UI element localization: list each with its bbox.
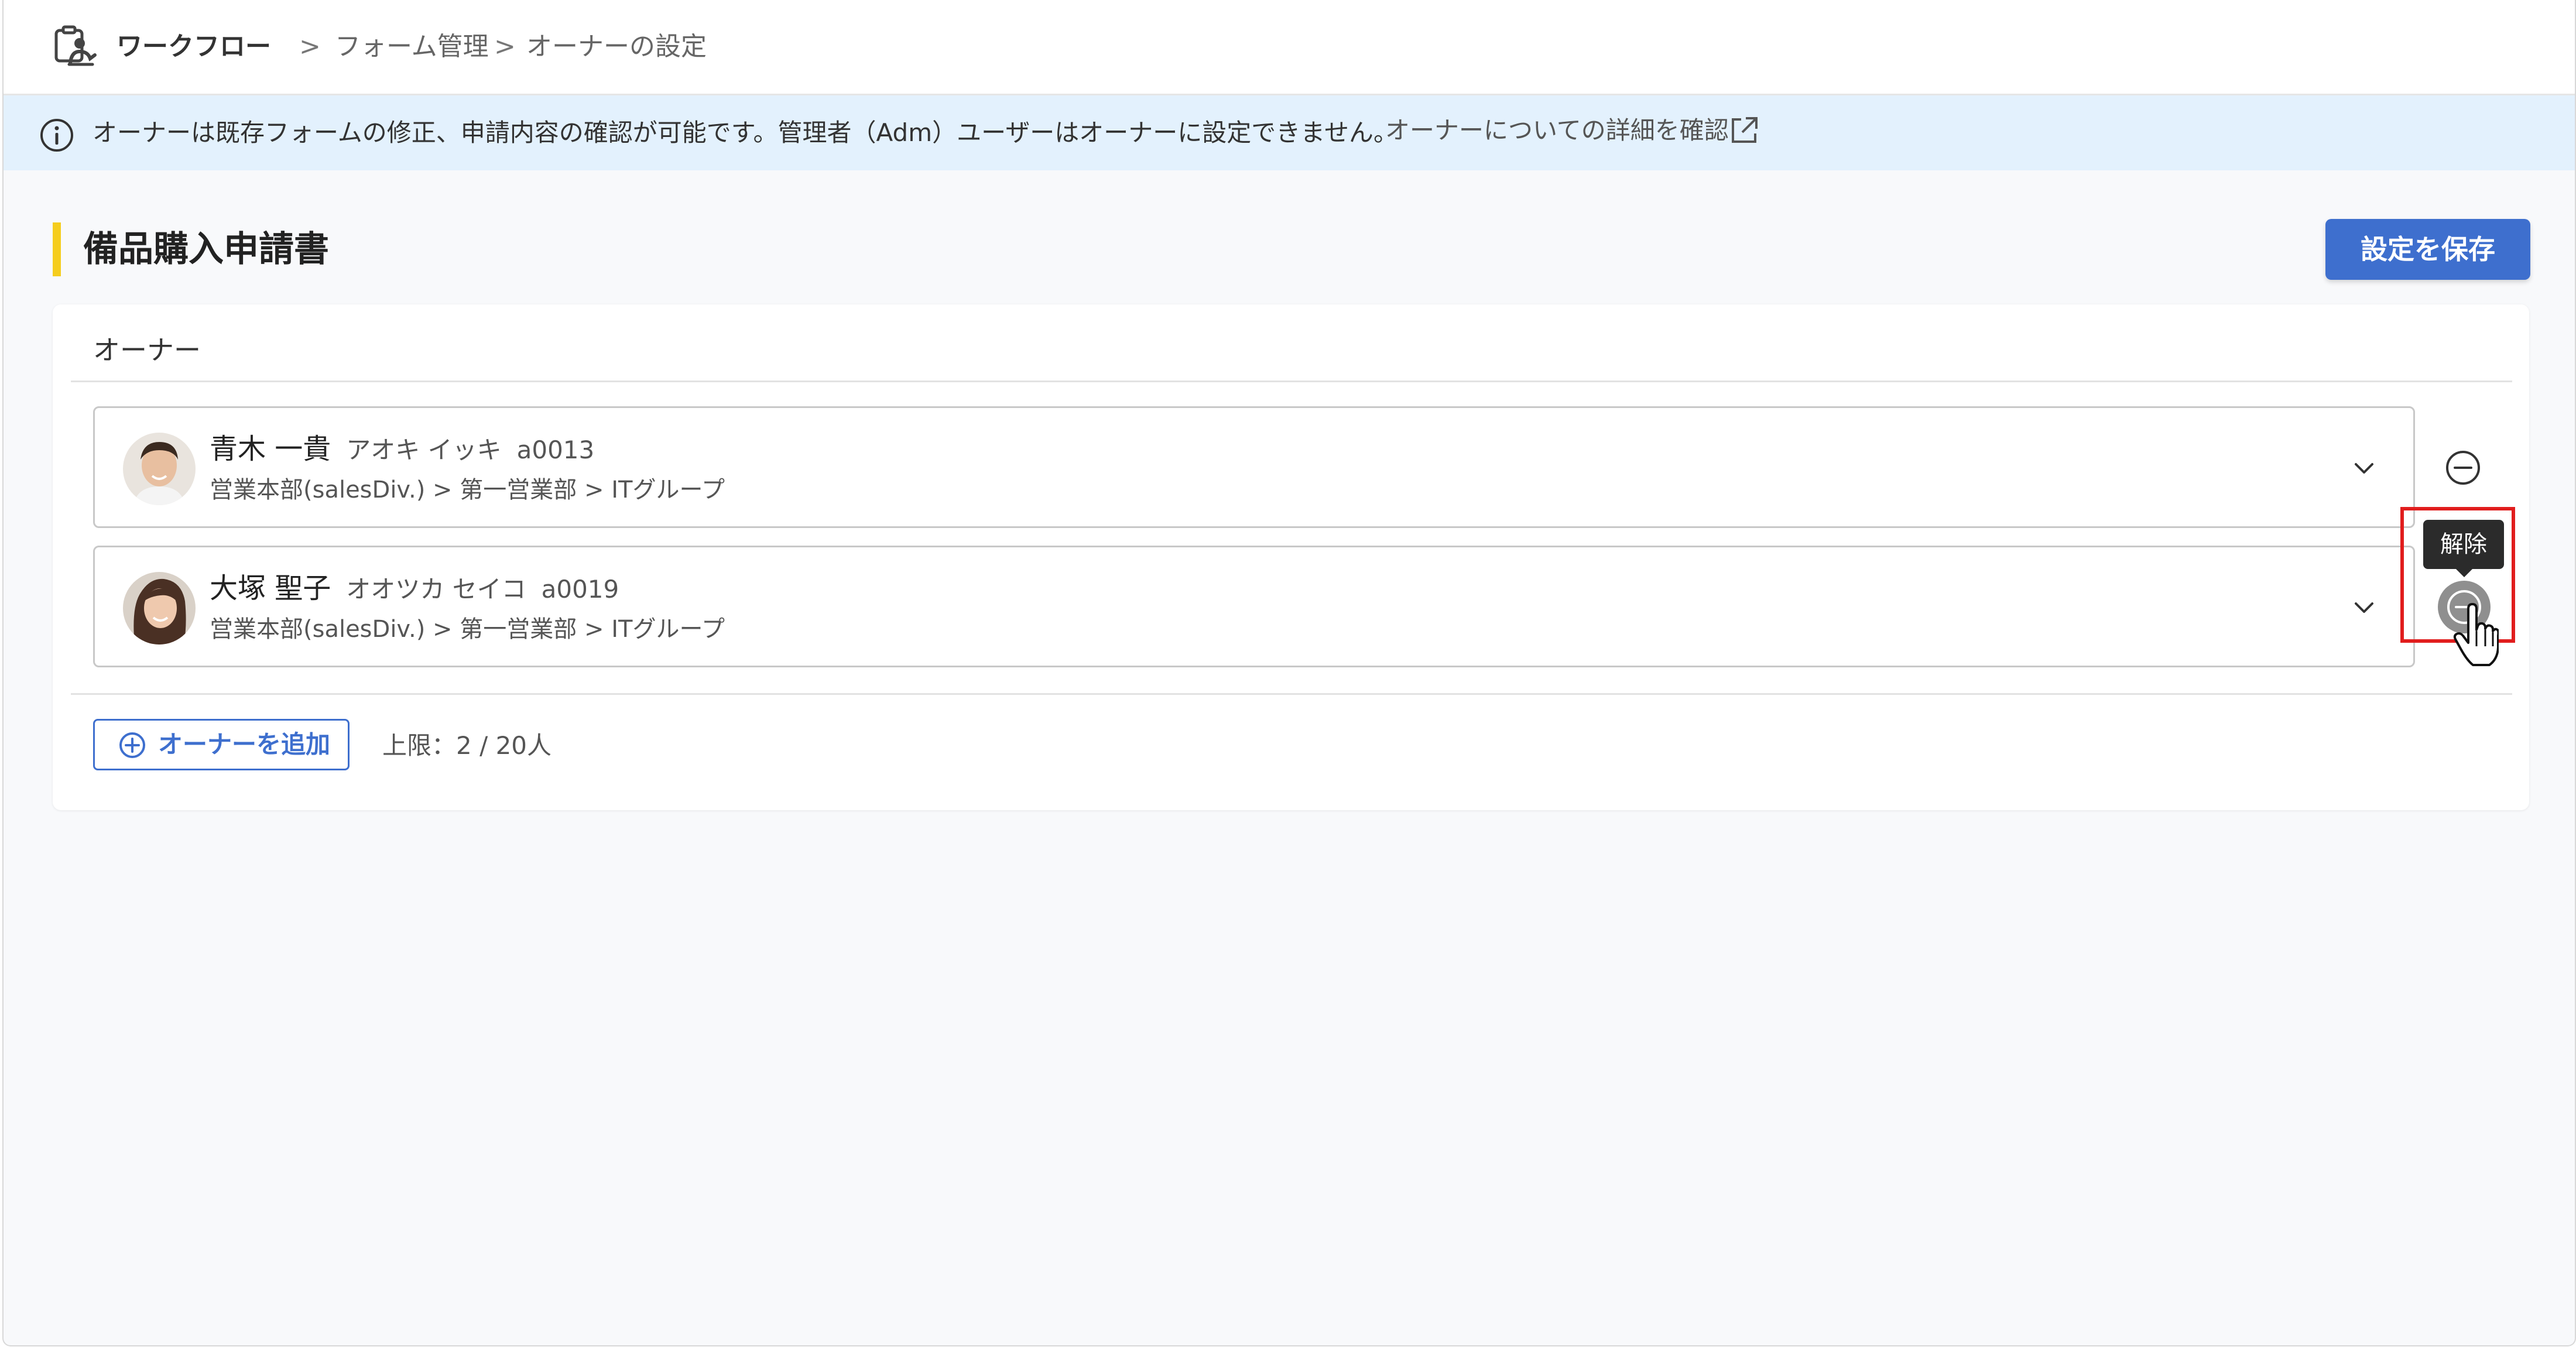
owner-name: 青木 一貴 xyxy=(210,433,331,465)
owner-limit-text: 上限：2 / 20人 xyxy=(382,731,552,760)
workflow-icon xyxy=(54,25,97,66)
minus-circle-icon[interactable] xyxy=(2444,448,2482,487)
breadcrumb-separator: > xyxy=(299,32,321,61)
breadcrumb-separator: > xyxy=(494,32,516,61)
owner-name: 大塚 聖子 xyxy=(210,572,331,605)
divider xyxy=(71,381,2512,382)
avatar xyxy=(123,433,196,505)
add-owner-button[interactable]: オーナーを追加 xyxy=(93,719,350,770)
divider xyxy=(71,693,2512,695)
plus-circle-icon xyxy=(119,732,145,758)
owner-name-line: 大塚 聖子 オオツカ セイコ a0019 xyxy=(210,570,619,608)
save-settings-button[interactable]: 設定を保存 xyxy=(2325,219,2530,280)
info-banner-text: オーナーは既存フォームの修正、申請内容の確認が可能です。管理者（Adm）ユーザー… xyxy=(93,118,1399,147)
info-icon xyxy=(40,119,73,152)
hand-pointer-icon xyxy=(2453,603,2499,666)
chevron-down-icon[interactable] xyxy=(2348,453,2380,485)
breadcrumb-current: オーナーの設定 xyxy=(526,32,707,61)
owner-details-link[interactable]: オーナーについての詳細を確認 xyxy=(1385,113,1729,148)
external-link-icon[interactable] xyxy=(1728,115,1760,146)
owner-department: 営業本部(salesDiv.) > 第一営業部 > ITグループ xyxy=(210,477,725,503)
avatar xyxy=(123,572,196,645)
owner-kana: アオキ イッキ xyxy=(346,436,502,464)
owner-name-line: 青木 一貴 アオキ イッキ a0013 xyxy=(210,430,594,469)
owner-kana: オオツカ セイコ xyxy=(346,575,526,604)
owner-department: 営業本部(salesDiv.) > 第一営業部 > ITグループ xyxy=(210,616,725,643)
page-title: 備品購入申請書 xyxy=(83,229,329,270)
add-owner-label: オーナーを追加 xyxy=(158,730,331,759)
owner-row[interactable]: 青木 一貴 アオキ イッキ a0013 営業本部(salesDiv.) > 第一営業… xyxy=(93,406,2415,528)
breadcrumb-forms[interactable]: フォーム管理 xyxy=(335,29,489,64)
owner-id: a0013 xyxy=(516,436,595,464)
breadcrumb-app[interactable]: ワークフロー xyxy=(117,29,271,64)
owner-id: a0019 xyxy=(541,575,619,604)
title-marker xyxy=(53,222,61,276)
owner-row[interactable]: 大塚 聖子 オオツカ セイコ a0019 営業本部(salesDiv.) > 第一営… xyxy=(93,546,2415,667)
app-window: ワークフロー > フォーム管理 > オーナーの設定 オーナーは既存フォームの修正… xyxy=(2,0,2576,1346)
owner-section-label: オーナー xyxy=(93,334,201,366)
chevron-down-icon[interactable] xyxy=(2348,592,2380,625)
